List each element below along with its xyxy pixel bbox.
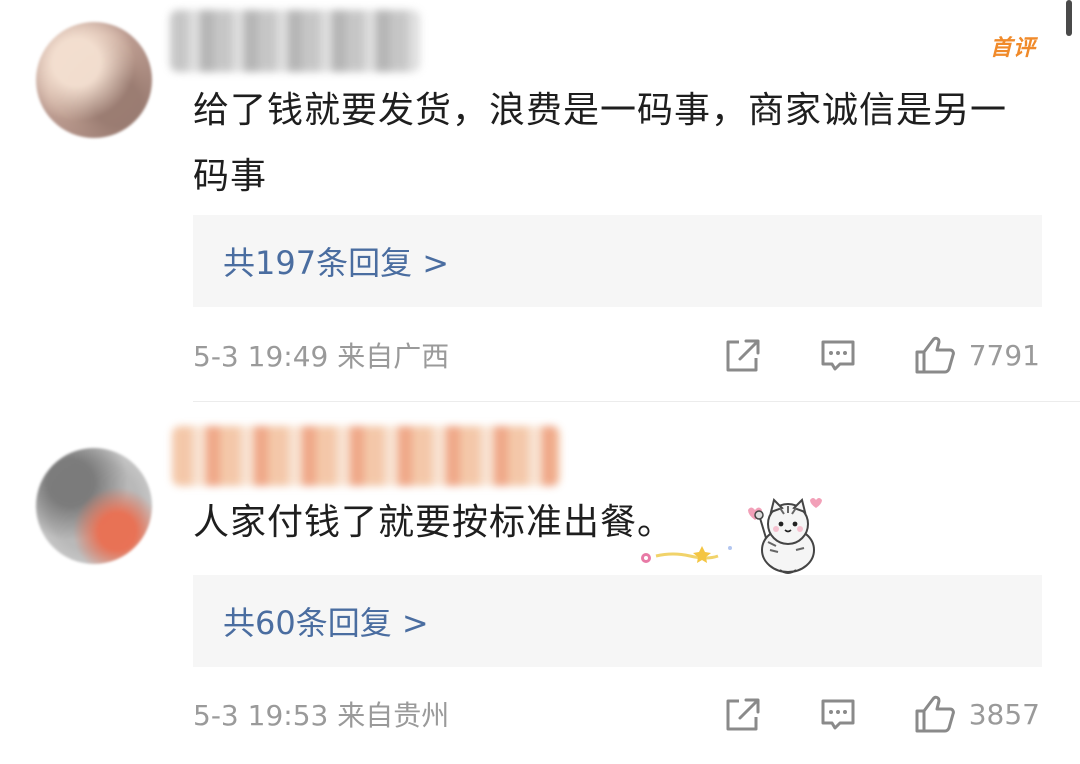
like-button[interactable]: 3857 (913, 693, 1040, 735)
username-blurred[interactable] (172, 426, 560, 486)
comment-meta-row: 5-3 19:53 来自贵州 3857 (193, 692, 1040, 736)
like-count: 3857 (968, 697, 1040, 731)
like-count: 7791 (968, 338, 1040, 372)
share-icon (726, 698, 760, 731)
reply-button[interactable] (819, 696, 857, 732)
like-button[interactable]: 7791 (913, 334, 1040, 376)
share-button[interactable] (723, 695, 763, 733)
avatar[interactable] (36, 448, 152, 564)
comment-icon (821, 340, 855, 371)
comment-meta-row: 5-3 19:49 来自广西 7791 (193, 333, 1040, 377)
comment-text: 人家付钱了就要按标准出餐。 (193, 502, 675, 543)
top-comment-badge: 首评 (989, 36, 1036, 61)
share-button[interactable] (723, 336, 763, 374)
comment-actions: 7791 (723, 334, 1040, 376)
thumbs-up-icon (915, 695, 955, 733)
view-replies-link[interactable]: 共60条回复 > (223, 598, 429, 644)
comment-item: 首评 给了钱就要发货，浪费是一码事，商家诚信是另一码事 共197条回复 > 5-… (0, 0, 1080, 402)
comment-thread: 首评 给了钱就要发货，浪费是一码事，商家诚信是另一码事 共197条回复 > 5-… (0, 0, 1080, 764)
timestamp-location: 5-3 19:53 来自贵州 (193, 699, 450, 732)
cat-sticker (641, 498, 822, 574)
comment-text: 给了钱就要发货，浪费是一码事，商家诚信是另一码事 (193, 90, 1008, 197)
thumbs-up-icon (915, 336, 955, 374)
reply-button[interactable] (819, 337, 857, 373)
replies-box[interactable]: 共197条回复 > (193, 215, 1042, 307)
share-icon (726, 339, 760, 372)
avatar[interactable] (36, 22, 152, 138)
comment-item: 人家付钱了就要按标准出餐。 共60条回复 > 5-3 19:53 来自贵州 38… (0, 402, 1080, 764)
view-replies-link[interactable]: 共197条回复 > (223, 238, 449, 284)
comment-icon (821, 699, 855, 730)
replies-box[interactable]: 共60条回复 > (193, 575, 1042, 667)
comment-actions: 3857 (723, 693, 1040, 735)
timestamp-location: 5-3 19:49 来自广西 (193, 340, 450, 373)
username-blurred[interactable] (170, 10, 420, 72)
